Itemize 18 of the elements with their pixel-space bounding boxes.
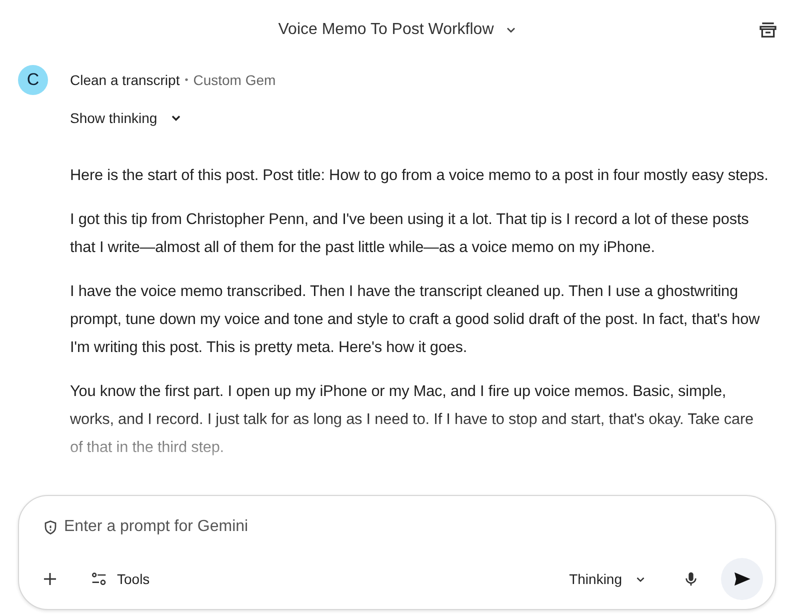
separator-dot: • bbox=[184, 74, 188, 86]
gem-name: Clean a transcript bbox=[70, 72, 180, 88]
shield-icon bbox=[43, 520, 58, 534]
gem-type-label: Custom Gem bbox=[193, 72, 276, 88]
response-paragraph: I have the voice memo transcribed. Then I have the transcript cleaned up. Then I use a ghostwriting prompt, tune down my voice and tone and style to craft a good solid draft of the post. In fact, that's how I'm writing this post. This is pretty meta. Here's how it goes. bbox=[70, 282, 761, 358]
response-paragraph: I got this tip from Christopher Penn, and I've been using it a lot. That tip is I record a lot of these posts that I write—almost all of them for the past little while—as a voice memo on my iPhone. bbox=[70, 210, 750, 258]
response-paragraph: Here is the start of this post. Post title: How to go from a voice memo to a post in four mostly easy steps. bbox=[70, 166, 770, 186]
archive-icon[interactable] bbox=[758, 20, 778, 40]
microphone-icon[interactable] bbox=[683, 571, 699, 587]
send-button[interactable] bbox=[721, 558, 763, 600]
mode-selector[interactable]: Thinking bbox=[569, 571, 647, 587]
gem-avatar: C bbox=[18, 65, 48, 95]
show-thinking-toggle[interactable]: Show thinking bbox=[70, 104, 184, 132]
response-paragraph: You know the first part. I open up my iPhone or my Mac, and I fire up voice memos. Basic, simple, works, and I record. I just talk for as long as I need to. If I have to stop and start, that's okay. Take care of that in the third step. bbox=[70, 382, 754, 458]
conversation-title[interactable]: Voice Memo To Post Workflow bbox=[270, 17, 526, 43]
add-icon[interactable] bbox=[41, 570, 59, 588]
tools-button[interactable]: Tools bbox=[91, 571, 150, 587]
tools-icon bbox=[91, 571, 107, 587]
